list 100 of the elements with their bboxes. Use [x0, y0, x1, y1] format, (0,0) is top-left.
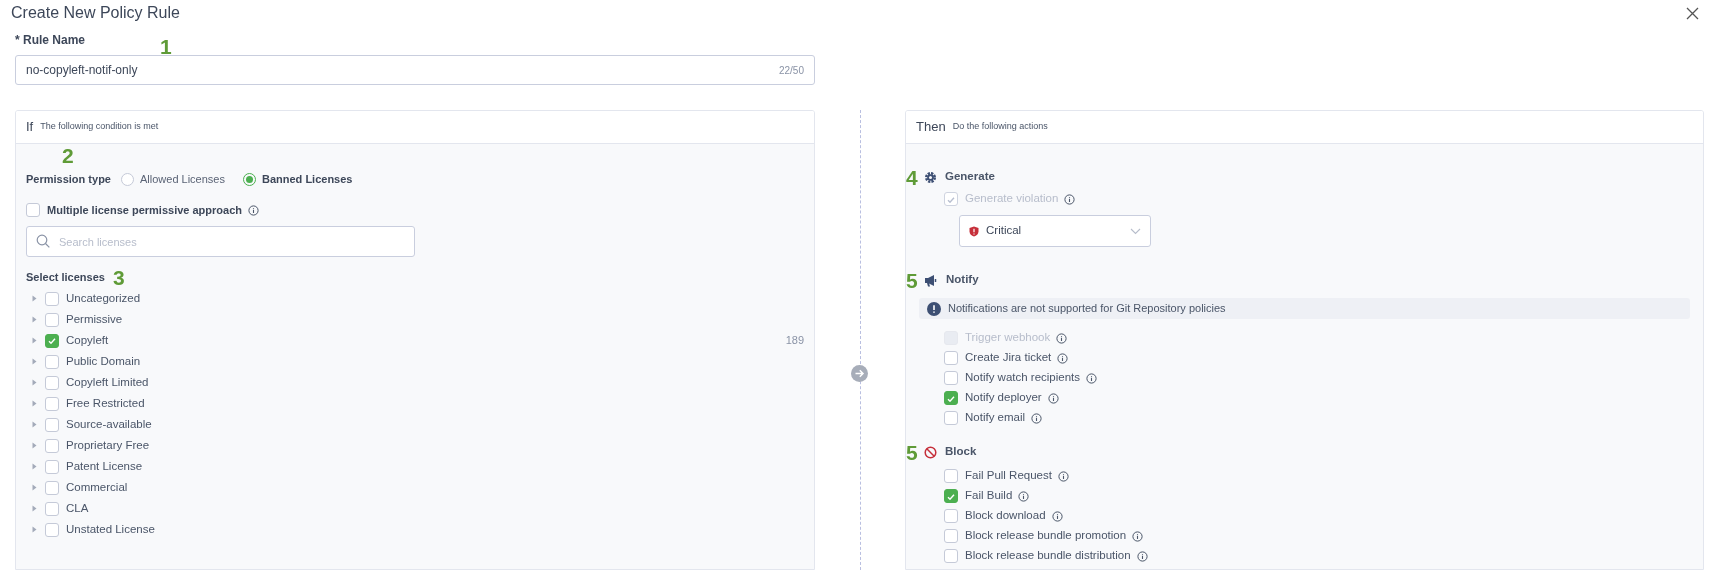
checkbox[interactable] — [944, 529, 958, 543]
gear-icon — [924, 170, 937, 184]
megaphone-icon — [924, 273, 938, 287]
caret-icon — [32, 421, 37, 428]
checkbox[interactable] — [944, 411, 958, 425]
caret-icon — [32, 316, 37, 323]
step-number: 4 — [906, 167, 918, 188]
checkbox-label: Block release bundle promotion — [965, 528, 1127, 544]
radio-option[interactable]: Allowed Licenses — [121, 170, 225, 188]
search-field[interactable]: Search licenses — [26, 226, 415, 257]
checkbox[interactable] — [45, 333, 59, 348]
section-label: Select licenses — [26, 269, 105, 285]
step-number: 1 — [160, 36, 172, 57]
checkbox[interactable] — [944, 371, 958, 385]
item-count: 189 — [785, 333, 804, 349]
tree-item[interactable]: Permissive — [66, 310, 123, 329]
caret-icon — [32, 484, 37, 491]
field-label: * Rule Name — [15, 32, 86, 49]
info-icon — [1132, 530, 1144, 542]
tree-item[interactable]: Uncategorized — [66, 289, 141, 308]
caret-icon — [32, 400, 37, 407]
checkbox[interactable] — [45, 312, 59, 327]
checkbox[interactable] — [944, 469, 958, 483]
section-title: Generate — [945, 169, 995, 185]
tree-item[interactable]: Commercial — [66, 478, 128, 497]
check-icon — [947, 492, 955, 500]
panel-title: Then — [916, 118, 946, 137]
checkbox[interactable] — [45, 438, 59, 453]
checkbox-label: Fail Pull Request — [965, 468, 1052, 484]
prohibited-icon — [924, 445, 937, 459]
tree-item[interactable]: Proprietary Free — [66, 436, 150, 455]
checkbox-label: Generate violation — [965, 191, 1059, 207]
tree-item[interactable]: Patent License — [66, 457, 143, 476]
checkbox[interactable] — [45, 396, 59, 411]
checkbox[interactable] — [45, 501, 59, 516]
checkbox-label: Create Jira ticket — [965, 350, 1052, 366]
checkbox[interactable] — [45, 480, 59, 495]
caret-icon — [32, 526, 37, 533]
checkbox[interactable] — [45, 375, 59, 390]
radio-option[interactable]: Banned Licenses — [243, 170, 353, 188]
step-number: 5 — [906, 442, 918, 463]
step-number: 2 — [62, 145, 74, 166]
tree-item[interactable]: Public Domain — [66, 352, 141, 371]
info-icon — [248, 204, 259, 216]
severity-dropdown[interactable]: Critical — [959, 215, 1151, 247]
tree-item[interactable]: CLA — [66, 499, 89, 518]
step-number: 5 — [906, 270, 918, 291]
tree-item[interactable]: Source-available — [66, 415, 152, 434]
checkbox[interactable] — [944, 351, 958, 365]
text-input[interactable]: no-copyleft-notif-only 22/50 — [15, 55, 815, 85]
section-title: Block — [945, 444, 977, 460]
check-icon — [947, 394, 955, 402]
panel-subtitle: The following condition is met — [40, 120, 159, 134]
checkbox[interactable] — [45, 291, 59, 306]
checkbox-label: Multiple license permissive approach — [47, 202, 242, 218]
checkbox[interactable] — [944, 549, 958, 563]
caret-icon — [32, 505, 37, 512]
checkbox[interactable] — [944, 509, 958, 523]
exclamation-icon — [927, 301, 941, 316]
section-title: Notify — [946, 272, 979, 288]
info-icon — [1057, 352, 1069, 364]
checkbox[interactable] — [45, 522, 59, 537]
checkbox-label: Fail Build — [965, 488, 1013, 504]
checkbox-label: Notify watch recipients — [965, 370, 1081, 386]
checkbox[interactable] — [45, 459, 59, 474]
info-icon — [1136, 550, 1148, 562]
chevron-down-icon — [1130, 227, 1141, 235]
check-icon — [48, 337, 56, 344]
caret-icon — [32, 358, 37, 365]
checkbox[interactable] — [45, 354, 59, 369]
checkbox-label: Notify deployer — [965, 390, 1042, 406]
panel-title: If — [26, 118, 34, 137]
panel-subtitle: Do the following actions — [952, 120, 1048, 134]
check-icon — [947, 195, 955, 203]
field-label: Permission type — [26, 171, 111, 187]
checkbox[interactable] — [944, 391, 958, 405]
checkbox-label: Block download — [965, 508, 1046, 524]
caret-icon — [32, 337, 37, 344]
checkbox[interactable] — [45, 417, 59, 432]
notice-banner: Notifications are not supported for Git Repository policies — [919, 298, 1690, 319]
dialog-title: Create New Policy Rule — [11, 3, 180, 23]
step-number: 3 — [113, 267, 125, 288]
checkbox[interactable] — [26, 203, 40, 217]
tree-item[interactable]: Copyleft Limited — [66, 373, 149, 392]
info-icon — [1051, 510, 1063, 522]
tree-item[interactable]: Copyleft — [66, 331, 109, 350]
checkbox-label: Notify email — [965, 410, 1026, 426]
caret-icon — [32, 295, 37, 302]
info-icon — [1047, 392, 1059, 404]
character-counter: 22/50 — [778, 63, 804, 78]
caret-icon — [32, 442, 37, 449]
tree-item[interactable]: Free Restricted — [66, 394, 145, 413]
info-icon — [1064, 193, 1076, 205]
caret-icon — [32, 379, 37, 386]
checkbox[interactable] — [944, 489, 958, 503]
search-icon — [36, 234, 50, 248]
caret-icon — [32, 463, 37, 470]
checkbox-label: Block release bundle distribution — [965, 548, 1131, 564]
tree-item[interactable]: Unstated License — [66, 520, 155, 539]
checkbox-label: Trigger webhook — [965, 330, 1051, 346]
